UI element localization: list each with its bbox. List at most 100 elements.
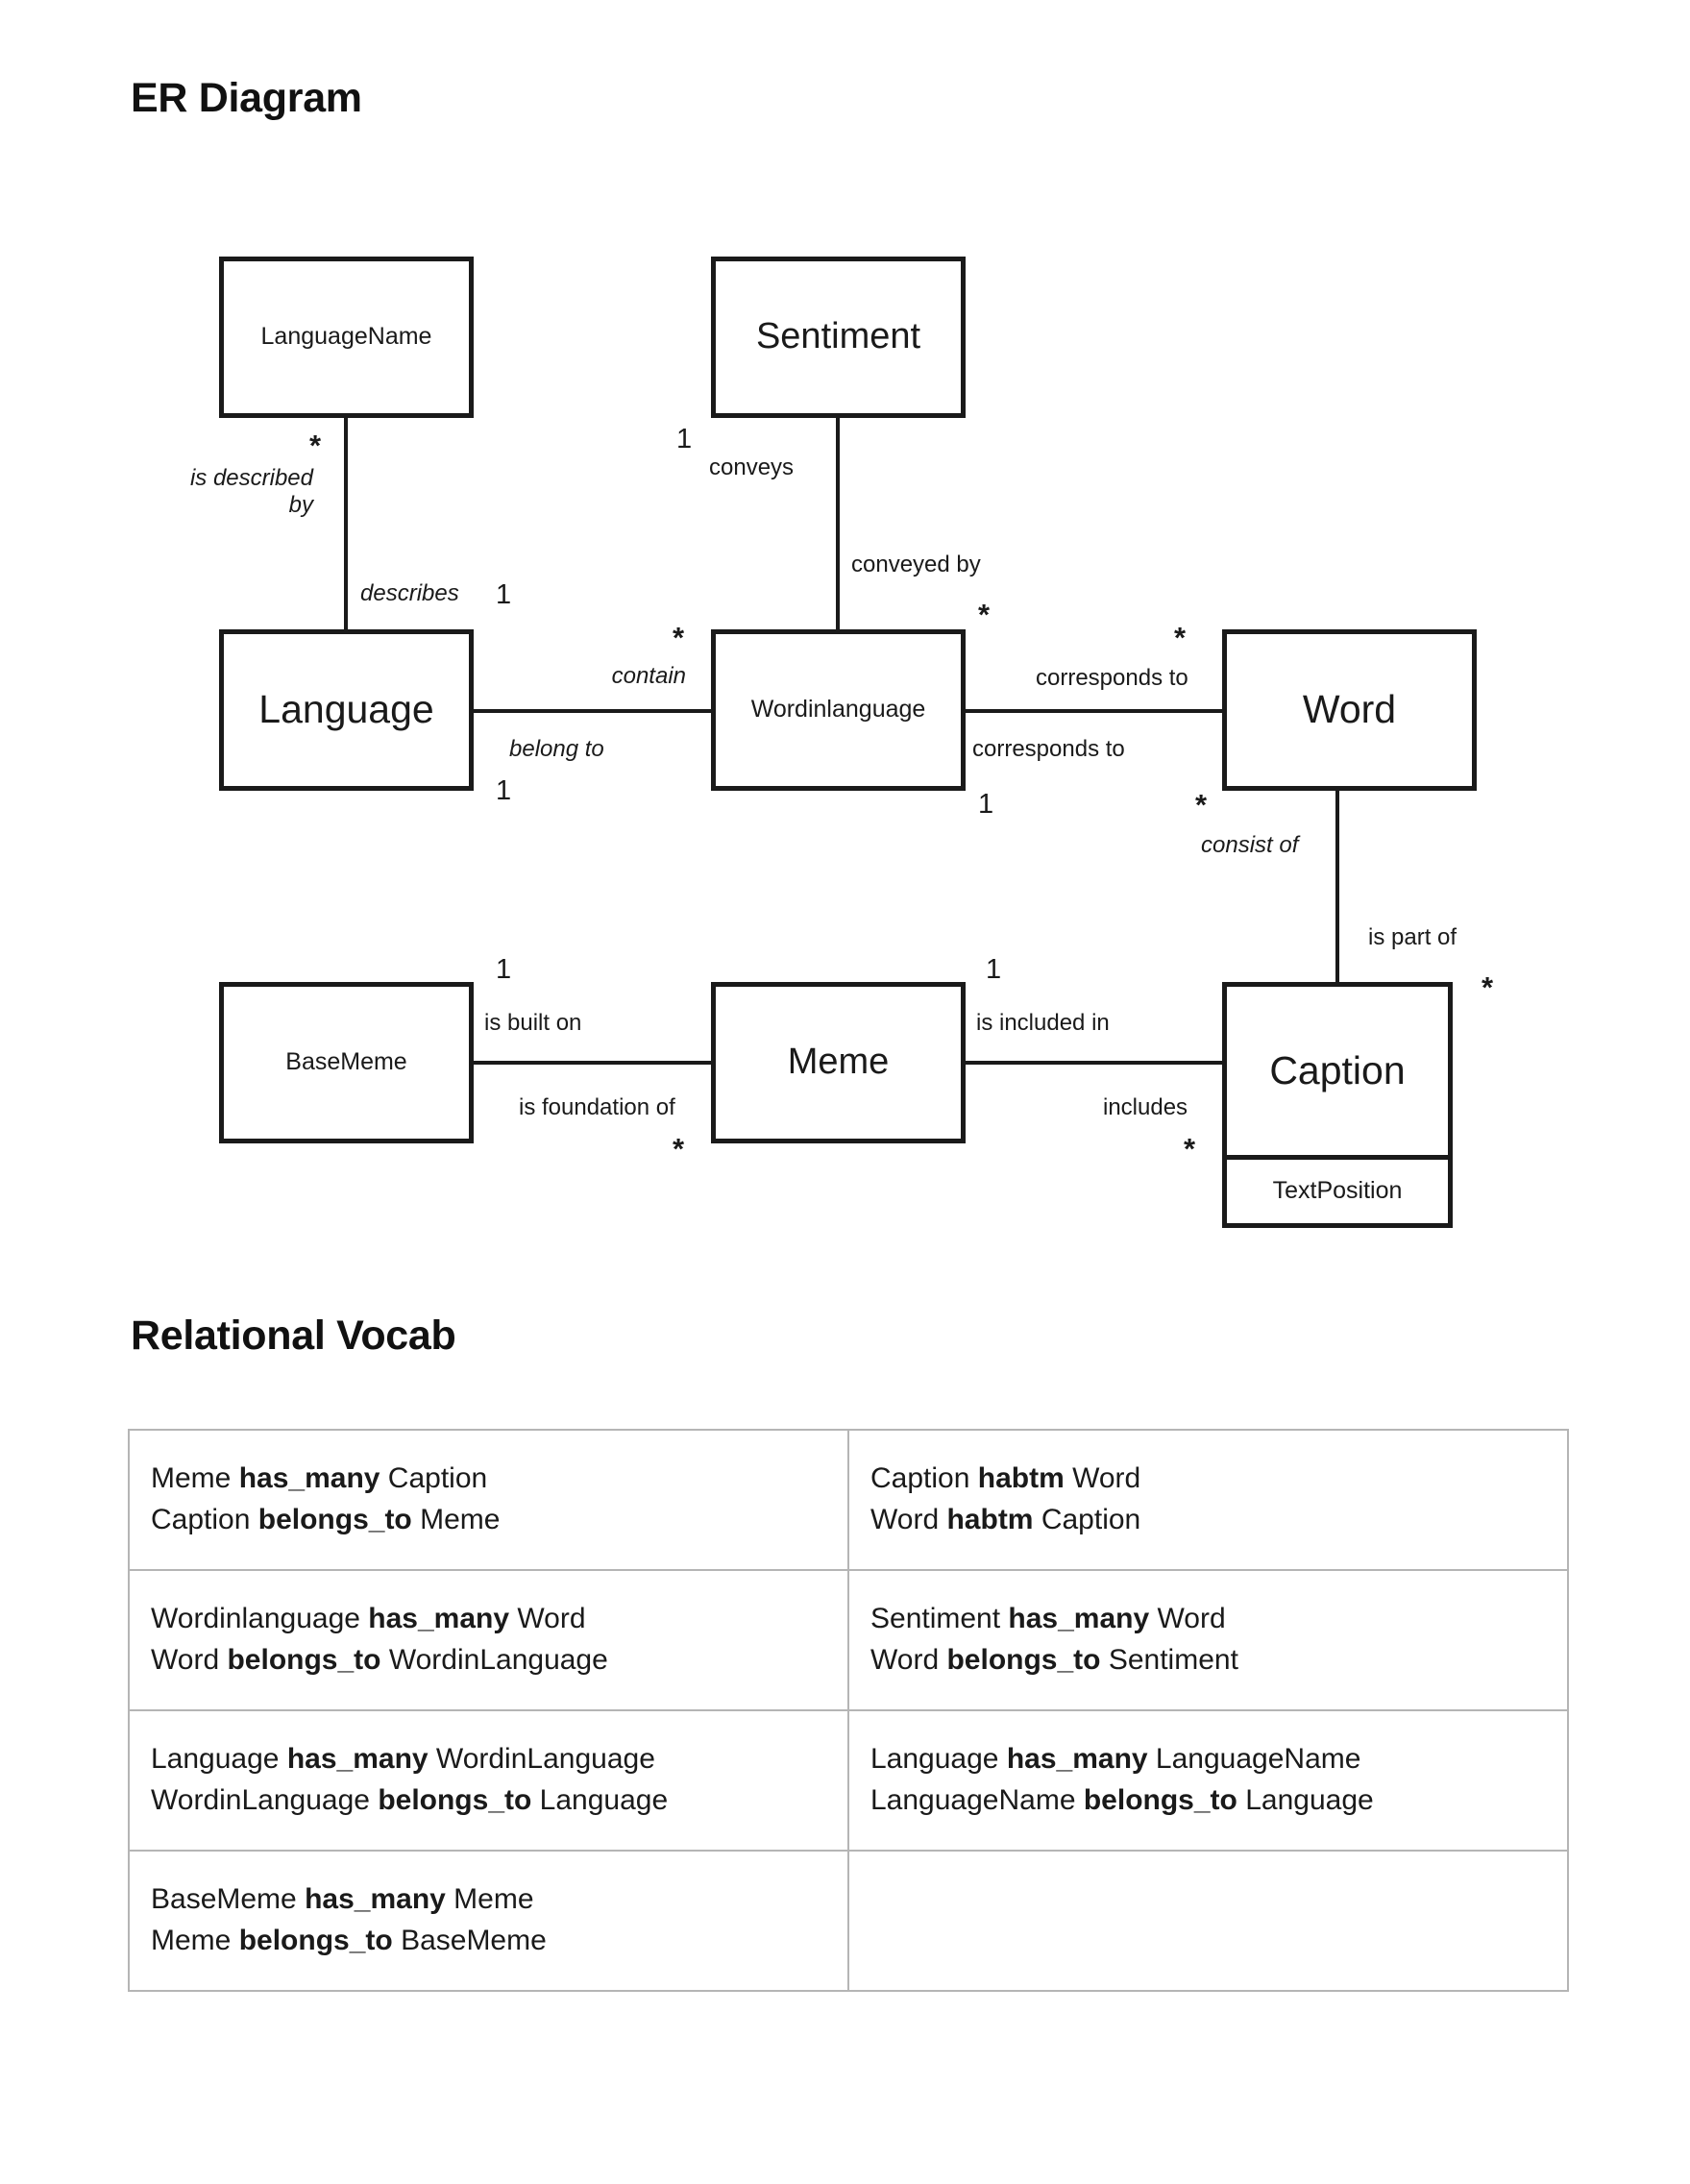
vocab-line: LanguageName belongs_to Language [870,1780,1546,1822]
vocab-subject: Word [870,1504,940,1535]
vocab-line: BaseMeme has_many Meme [151,1879,826,1921]
relational-vocab-table: Meme has_many Caption Caption belongs_to … [128,1429,1569,1992]
cardinality-basememe-one: 1 [496,954,512,985]
vocab-relation-keyword: has_many [368,1603,510,1635]
vocab-cell-right: Caption habtm Word Word habtm Caption [847,1429,1569,1571]
vocab-object: Caption [387,1462,488,1495]
entity-wordinlanguage[interactable]: Wordinlanguage [711,629,966,791]
er-diagram-canvas: LanguageName Sentiment Language Wordinla… [0,0,1690,1278]
vocab-line: Meme belongs_to BaseMeme [151,1921,826,1962]
cardinality-meme-one: 1 [986,954,1002,985]
vocab-cell-right [847,1850,1569,1992]
vocab-cell-left: Language has_many WordinLanguage WordinLa… [128,1709,849,1852]
vocab-relation-keyword: belongs_to [257,1504,412,1535]
role-belong-to: belong to [509,736,604,762]
role-corresponds-to-bottom: corresponds to [972,736,1125,762]
cardinality-caption-many-includes: * [1184,1132,1196,1166]
entity-wordinlanguage-label: Wordinlanguage [750,696,926,724]
vocab-object: Language [1245,1784,1374,1816]
vocab-object: WordinLanguage [435,1743,655,1776]
vocab-cell-left: Meme has_many Caption Caption belongs_to … [128,1429,849,1571]
vocab-relation-keyword: has_many [305,1883,446,1916]
vocab-line: Meme has_many Caption [151,1459,826,1500]
vocab-relation-keyword: has_many [238,1462,380,1495]
vocab-line: Wordinlanguage has_many Word [151,1599,826,1640]
vocab-object: Word [517,1603,586,1635]
vocab-subject: Caption [151,1504,251,1535]
vocab-relation-keyword: habtm [977,1462,1065,1495]
cardinality-wordinlanguage-many-contain: * [673,621,685,654]
vocab-subject: Language [870,1743,999,1776]
vocab-relation-keyword: habtm [946,1504,1034,1535]
entity-sentiment-label: Sentiment [755,316,921,357]
cardinality-wordinlanguage-one-corresponds: 1 [978,789,994,820]
vocab-line: Word habtm Caption [870,1500,1546,1541]
vocab-relation-keyword: belongs_to [227,1644,381,1676]
vocab-object: Meme [453,1883,534,1916]
vocab-cell-right: Sentiment has_many Word Word belongs_to S… [847,1569,1569,1711]
vocab-object: Language [539,1784,669,1816]
vocab-line: Language has_many LanguageName [870,1739,1546,1780]
vocab-line: Language has_many WordinLanguage [151,1739,826,1780]
vocab-line: Word belongs_to Sentiment [870,1640,1546,1681]
page-title-relational-vocab: Relational Vocab [131,1313,456,1359]
role-describes: describes [360,580,459,606]
role-conveyed-by: conveyed by [851,552,981,577]
vocab-subject: Meme [151,1462,232,1495]
role-consist-of: consist of [1201,832,1299,858]
entity-caption[interactable]: Caption TextPosition [1222,982,1453,1228]
entity-caption-main: Caption [1227,987,1448,1155]
cardinality-meme-many-foundation: * [673,1132,685,1166]
vocab-subject: Caption [870,1462,970,1495]
cardinality-word-many-consist: * [1195,788,1208,822]
vocab-object: LanguageName [1155,1743,1361,1776]
vocab-relation-keyword: has_many [286,1743,429,1776]
vocab-line: Caption belongs_to Meme [151,1500,826,1541]
vocab-object: WordinLanguage [388,1644,608,1676]
entity-meme[interactable]: Meme [711,982,966,1143]
role-is-included-in: is included in [976,1010,1110,1036]
vocab-relation-keyword: belongs_to [238,1925,393,1956]
vocab-line: Sentiment has_many Word [870,1599,1546,1640]
vocab-object: Word [1072,1462,1141,1495]
vocab-relation-keyword: belongs_to [946,1644,1101,1676]
vocab-object: Caption [1041,1504,1141,1535]
cardinality-wordinlanguage-many-conveyed: * [978,598,991,631]
entity-word-label: Word [1302,687,1397,732]
vocab-line: WordinLanguage belongs_to Language [151,1780,826,1822]
vocab-object: BaseMeme [401,1925,547,1956]
role-includes: includes [1103,1094,1188,1120]
entity-languagename-label: LanguageName [260,323,432,351]
vocab-relation-keyword: belongs_to [1083,1784,1237,1816]
entity-word[interactable]: Word [1222,629,1477,791]
entity-language-label: Language [258,687,434,732]
cardinality-word-many-corresponds: * [1174,621,1187,654]
vocab-subject: LanguageName [870,1784,1076,1816]
vocab-subject: Wordinlanguage [151,1603,360,1635]
vocab-subject: WordinLanguage [151,1784,370,1816]
entity-meme-label: Meme [787,1042,890,1083]
entity-sentiment[interactable]: Sentiment [711,257,966,418]
vocab-object: Sentiment [1108,1644,1238,1676]
table-row: BaseMeme has_many Meme Meme belongs_to Ba… [128,1850,1569,1992]
entity-language[interactable]: Language [219,629,474,791]
entity-caption-attribute-label: TextPosition [1272,1177,1403,1205]
vocab-subject: Sentiment [870,1603,1001,1635]
vocab-object: Meme [420,1504,501,1535]
table-row: Language has_many WordinLanguage WordinLa… [128,1709,1569,1852]
entity-languagename[interactable]: LanguageName [219,257,474,418]
entity-basememe[interactable]: BaseMeme [219,982,474,1143]
vocab-relation-keyword: has_many [1008,1603,1150,1635]
role-is-described-by: is described by [189,465,313,519]
vocab-line: Word belongs_to WordinLanguage [151,1640,826,1681]
vocab-cell-left: BaseMeme has_many Meme Meme belongs_to Ba… [128,1850,849,1992]
table-row: Meme has_many Caption Caption belongs_to … [128,1429,1569,1571]
role-is-foundation-of: is foundation of [519,1094,675,1120]
cardinality-language-one-describes: 1 [496,579,512,610]
vocab-line: Caption habtm Word [870,1459,1546,1500]
er-diagram-page: ER Diagram LanguageName Sentiment Langua… [0,0,1690,2184]
relational-vocab-table-body: Meme has_many Caption Caption belongs_to … [128,1429,1569,1992]
cardinality-sentiment-one: 1 [676,424,693,454]
role-conveys: conveys [709,454,795,480]
cardinality-caption-many-part: * [1482,970,1494,1004]
